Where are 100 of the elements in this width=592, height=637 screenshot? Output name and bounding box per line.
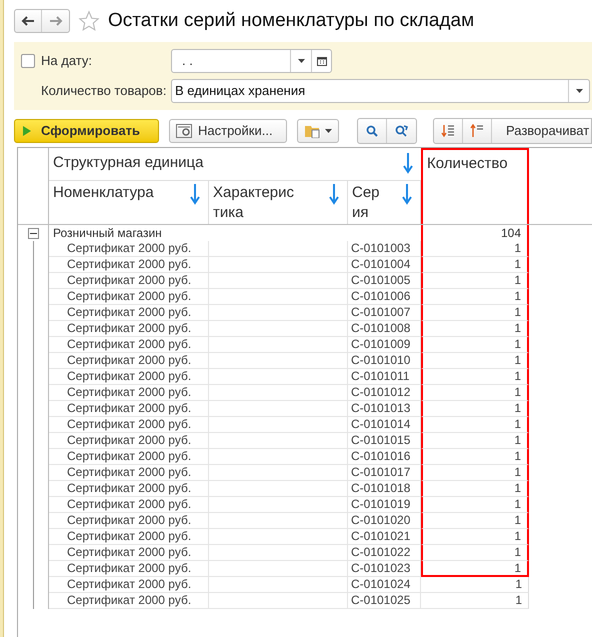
quantity-cell: 1: [421, 577, 529, 593]
quantity-cell: 1: [421, 545, 529, 561]
quantity-cell: 1: [421, 385, 529, 401]
series-cell: С-0101024: [348, 577, 421, 593]
item-name: Сертификат 2000 руб.: [49, 321, 209, 337]
item-name: Сертификат 2000 руб.: [49, 481, 209, 497]
item-name: Сертификат 2000 руб.: [49, 353, 209, 369]
series-cell: С-0101005: [348, 273, 421, 289]
group-total: 104: [421, 225, 529, 241]
item-name: Сертификат 2000 руб.: [49, 449, 209, 465]
checkbox[interactable]: [21, 54, 35, 68]
quantity-cell: 1: [421, 353, 529, 369]
series-cell: С-0101007: [348, 305, 421, 321]
item-name: Сертификат 2000 руб.: [49, 369, 209, 385]
window-title: Остатки серий номенклатуры по складам: [108, 8, 474, 33]
item-name: Сертификат 2000 руб.: [49, 289, 209, 305]
quantity-cell: 1: [421, 369, 529, 385]
item-name: Сертификат 2000 руб.: [49, 273, 209, 289]
series-cell: С-0101013: [348, 401, 421, 417]
series-cell: С-0101018: [348, 481, 421, 497]
series-cell: С-0101017: [348, 465, 421, 481]
date-field[interactable]: . .: [171, 49, 332, 73]
column-header: Номенклатура: [53, 183, 154, 203]
quantity-cell: 1: [421, 433, 529, 449]
item-name: Сертификат 2000 руб.: [49, 385, 209, 401]
quantity-cell: 1: [421, 593, 529, 609]
series-cell: С-0101023: [348, 561, 421, 577]
series-cell: С-0101020: [348, 513, 421, 529]
series-cell: С-0101003: [348, 241, 421, 257]
quantity-cell: 1: [421, 513, 529, 529]
series-cell: С-0101009: [348, 337, 421, 353]
quantity-cell: 1: [421, 417, 529, 433]
sort-up-icon: [470, 124, 484, 138]
item-name: Сертификат 2000 руб.: [49, 337, 209, 353]
star-icon[interactable]: [78, 10, 100, 32]
sort-arrow-icon[interactable]: [402, 183, 412, 205]
item-name: Сертификат 2000 руб.: [49, 545, 209, 561]
quantity-cell: 1: [421, 529, 529, 545]
item-name: Сертификат 2000 руб.: [49, 497, 209, 513]
arrow-left-icon: [21, 16, 35, 26]
sort-arrow-icon[interactable]: [190, 183, 200, 205]
item-name: Сертификат 2000 руб.: [49, 465, 209, 481]
series-cell: С-0101014: [348, 417, 421, 433]
column-header: Количество: [421, 148, 529, 224]
item-name: Сертификат 2000 руб.: [49, 417, 209, 433]
calendar-icon[interactable]: [316, 56, 326, 66]
quantity-cell: 1: [421, 273, 529, 289]
generate-button[interactable]: Сформировать: [14, 118, 159, 142]
quantity-cell: 1: [421, 337, 529, 353]
series-cell: С-0101025: [348, 593, 421, 609]
series-cell: С-0101012: [348, 385, 421, 401]
item-name: Сертификат 2000 руб.: [49, 577, 209, 593]
series-cell: С-0101004: [348, 257, 421, 273]
quantity-cell: 1: [421, 257, 529, 273]
date-label: На дату:: [41, 52, 92, 70]
quantity-cell: 1: [421, 305, 529, 321]
series-cell: С-0101019: [348, 497, 421, 513]
item-name: Сертификат 2000 руб.: [49, 241, 209, 257]
quantity-cell: 1: [421, 449, 529, 465]
quantity-cell: 1: [421, 289, 529, 305]
quantity-cell: 1: [421, 241, 529, 257]
quantity-cell: 1: [421, 465, 529, 481]
item-name: Сертификат 2000 руб.: [49, 561, 209, 577]
collapse-icon[interactable]: [28, 228, 38, 238]
quantity-cell: 1: [421, 481, 529, 497]
item-name: Сертификат 2000 руб.: [49, 305, 209, 321]
quantity-cell: 1: [421, 561, 529, 577]
sort-arrow-icon[interactable]: [329, 183, 339, 205]
variants-button[interactable]: [297, 118, 339, 142]
series-cell: С-0101021: [348, 529, 421, 545]
series-cell: С-0101022: [348, 545, 421, 561]
column-header: Структурная единица: [53, 153, 204, 173]
series-cell: С-0101011: [348, 369, 421, 385]
item-name: Сертификат 2000 руб.: [49, 513, 209, 529]
folder-icon: [304, 124, 320, 138]
series-cell: С-0101015: [348, 433, 421, 449]
sort-down-icon: [441, 124, 455, 138]
item-name: Сертификат 2000 руб.: [49, 593, 209, 609]
quantity-cell: 1: [421, 401, 529, 417]
quantity-select[interactable]: В единицах хранения: [171, 79, 590, 103]
item-name: Сертификат 2000 руб.: [49, 257, 209, 273]
item-name: Сертификат 2000 руб.: [49, 401, 209, 417]
column-header: Сер ия: [352, 183, 381, 223]
item-name: Сертификат 2000 руб.: [49, 529, 209, 545]
arrow-right-icon: [48, 16, 62, 26]
series-cell: С-0101008: [348, 321, 421, 337]
group-name: Розничный магазин: [52, 225, 163, 241]
item-name: Сертификат 2000 руб.: [49, 433, 209, 449]
caret-icon[interactable]: [576, 89, 582, 93]
sort-arrow-icon[interactable]: [403, 152, 413, 174]
play-icon: [23, 126, 31, 136]
settings-icon: [176, 124, 192, 138]
caret-icon[interactable]: [298, 59, 304, 63]
settings-button[interactable]: Настройки...: [169, 118, 287, 142]
series-cell: С-0101006: [348, 289, 421, 305]
quantity-cell: 1: [421, 497, 529, 513]
search-refresh-icon: [394, 124, 408, 136]
series-cell: С-0101010: [348, 353, 421, 369]
quantity-label: Количество товаров:: [40, 82, 168, 100]
series-cell: С-0101016: [348, 449, 421, 465]
